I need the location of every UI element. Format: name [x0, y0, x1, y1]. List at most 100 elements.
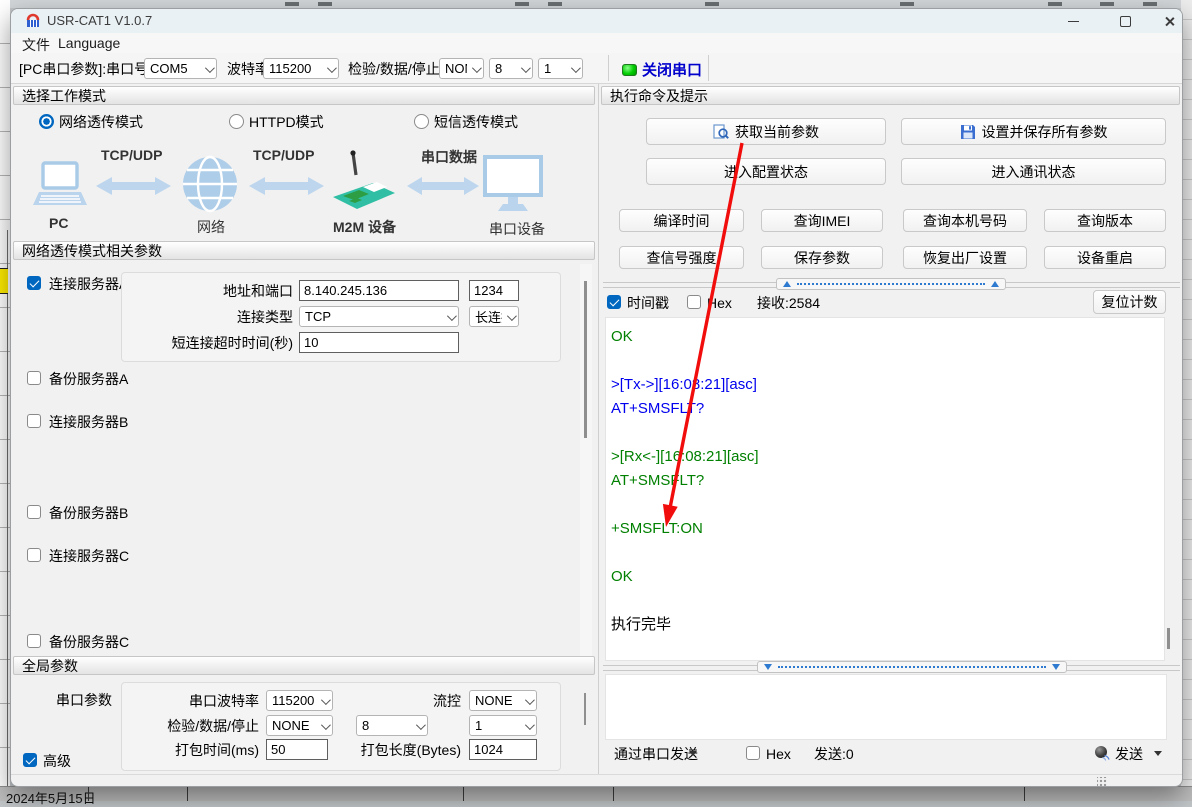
factory-reset-button[interactable]: 恢复出厂设置 [903, 246, 1027, 269]
backup-server-c-checkbox[interactable] [27, 634, 41, 648]
device-restart-button[interactable]: 设备重启 [1044, 246, 1166, 269]
packlen-label: 打包长度(Bytes) [351, 740, 461, 761]
mini-scrollbar-thumb[interactable] [584, 693, 586, 725]
log-line: >[Tx->][16:08:21][asc] [611, 373, 1164, 397]
packlen-input[interactable]: 1024 [469, 739, 537, 760]
chevron-down-icon [416, 720, 426, 730]
maximize-button[interactable] [1103, 9, 1147, 33]
query-version-button[interactable]: 查询版本 [1044, 209, 1166, 232]
server-a-checkbox[interactable] [27, 276, 41, 290]
background-top-strip [0, 0, 1192, 8]
get-params-button[interactable]: 获取当前参数 [646, 118, 886, 145]
chevron-down-icon [571, 63, 581, 73]
collapse-up-icon [783, 281, 791, 287]
compile-time-button[interactable]: 编译时间 [619, 209, 744, 232]
network-globe-icon [181, 155, 239, 213]
arrow-bidirectional-icon [249, 175, 324, 197]
net-params-header: 网络透传模式相关参数 [13, 241, 595, 260]
radio-httpd[interactable] [229, 114, 244, 129]
timestamp-checkbox[interactable] [607, 295, 621, 309]
backup-server-c-label[interactable]: 备份服务器C [49, 632, 129, 653]
packtime-input[interactable]: 50 [266, 739, 328, 760]
panel-divider [598, 84, 599, 774]
send-options-caret-icon[interactable] [1154, 751, 1162, 756]
menu-language[interactable]: Language [53, 34, 125, 52]
link1-label: TCP/UDP [101, 147, 162, 163]
radio-net-passthrough[interactable] [39, 114, 54, 129]
set-save-params-button[interactable]: 设置并保存所有参数 [901, 118, 1166, 145]
advanced-checkbox[interactable] [23, 753, 37, 767]
g-parity-select[interactable]: NONE [266, 715, 333, 736]
tx-hex-checkbox[interactable] [746, 746, 760, 760]
g-baud-select[interactable]: 115200 [266, 690, 333, 711]
timeout-label: 短连接超时时间(秒) [143, 333, 293, 354]
resize-grip[interactable] [1097, 777, 1107, 787]
send-splitter-handle[interactable] [757, 661, 1067, 673]
chevron-down-icon [472, 63, 482, 73]
reset-count-button[interactable]: 复位计数 [1093, 290, 1166, 314]
log-scrollbar-thumb[interactable] [1167, 628, 1170, 649]
conn-type-select[interactable]: TCP [299, 306, 459, 327]
enter-config-button[interactable]: 进入配置状态 [646, 158, 886, 185]
arrow-bidirectional-icon [96, 175, 171, 197]
g-stopbits-select[interactable]: 1 [469, 715, 537, 736]
close-icon [1164, 16, 1175, 27]
server-a-label[interactable]: 连接服务器A [49, 274, 128, 295]
radio-net-passthrough-label[interactable]: 网络透传模式 [59, 112, 143, 133]
timestamp-label[interactable]: 时间戳 [627, 293, 669, 314]
left-scrollbar-thumb[interactable] [584, 281, 587, 438]
send-button[interactable]: 发送 [1115, 744, 1143, 765]
collapse-down-icon [1052, 664, 1060, 670]
backup-server-b-label[interactable]: 备份服务器B [49, 503, 128, 524]
rx-hex-checkbox[interactable] [687, 295, 701, 309]
server-address-input[interactable]: 8.140.245.136 [299, 280, 459, 301]
query-imei-button[interactable]: 查询IMEI [761, 209, 883, 232]
save-params-button[interactable]: 保存参数 [761, 246, 883, 269]
send-sound-icon [1094, 745, 1111, 762]
minimize-button[interactable] [1051, 9, 1095, 33]
dropdown-caret-icon[interactable] [689, 751, 697, 756]
link2-label: TCP/UDP [253, 147, 314, 163]
enter-comm-button[interactable]: 进入通讯状态 [901, 158, 1166, 185]
databits-select[interactable]: 8 [489, 58, 533, 79]
log-line: 执行完毕 [611, 613, 1164, 637]
flow-select[interactable]: NONE [469, 690, 537, 711]
send-input-area[interactable] [605, 674, 1167, 740]
backup-server-a-label[interactable]: 备份服务器A [49, 369, 128, 390]
log-line: AT+SMSFLT? [611, 469, 1164, 493]
serial-log[interactable]: OK >[Tx->][16:08:21][asc]AT+SMSFLT? >[Rx… [605, 317, 1165, 661]
parity-label: 检验/数据/停止 [348, 59, 440, 80]
backup-server-a-checkbox[interactable] [27, 371, 41, 385]
baud-select[interactable]: 115200 [263, 58, 339, 79]
toolbar-separator [608, 55, 609, 81]
g-databits-select[interactable]: 8 [356, 715, 428, 736]
parity-select[interactable]: NONI [439, 58, 484, 79]
close-button[interactable] [1147, 9, 1183, 33]
send-via-dropdown[interactable]: 通过串口发送 [614, 744, 698, 765]
close-port-button[interactable]: 关闭串口 [642, 59, 702, 80]
tx-hex-label[interactable]: Hex [766, 744, 791, 765]
com-port-select[interactable]: COM5 [144, 58, 217, 79]
rx-hex-label[interactable]: Hex [707, 293, 732, 314]
radio-sms-passthrough-label[interactable]: 短信透传模式 [434, 112, 518, 133]
server-b-label[interactable]: 连接服务器B [49, 412, 128, 433]
log-splitter-handle[interactable] [776, 278, 1006, 290]
advanced-label[interactable]: 高级 [43, 751, 71, 772]
pc-icon [31, 161, 89, 209]
server-port-input[interactable]: 1234 [469, 280, 519, 301]
server-b-checkbox[interactable] [27, 414, 41, 428]
background-highlighted-cell [0, 268, 8, 294]
server-c-label[interactable]: 连接服务器C [49, 546, 129, 567]
server-c-checkbox[interactable] [27, 548, 41, 562]
serial-device-caption: 串口设备 [489, 219, 545, 239]
timeout-input[interactable]: 10 [299, 332, 459, 353]
log-line: OK [611, 565, 1164, 589]
backup-server-b-checkbox[interactable] [27, 505, 41, 519]
query-signal-button[interactable]: 查信号强度 [619, 246, 744, 269]
keepalive-select[interactable]: 长连接 [469, 306, 519, 327]
splitter-dots [778, 666, 1046, 668]
query-number-button[interactable]: 查询本机号码 [903, 209, 1027, 232]
radio-sms-passthrough[interactable] [414, 114, 429, 129]
radio-httpd-label[interactable]: HTTPD模式 [249, 112, 324, 133]
stopbits-select[interactable]: 1 [538, 58, 583, 79]
